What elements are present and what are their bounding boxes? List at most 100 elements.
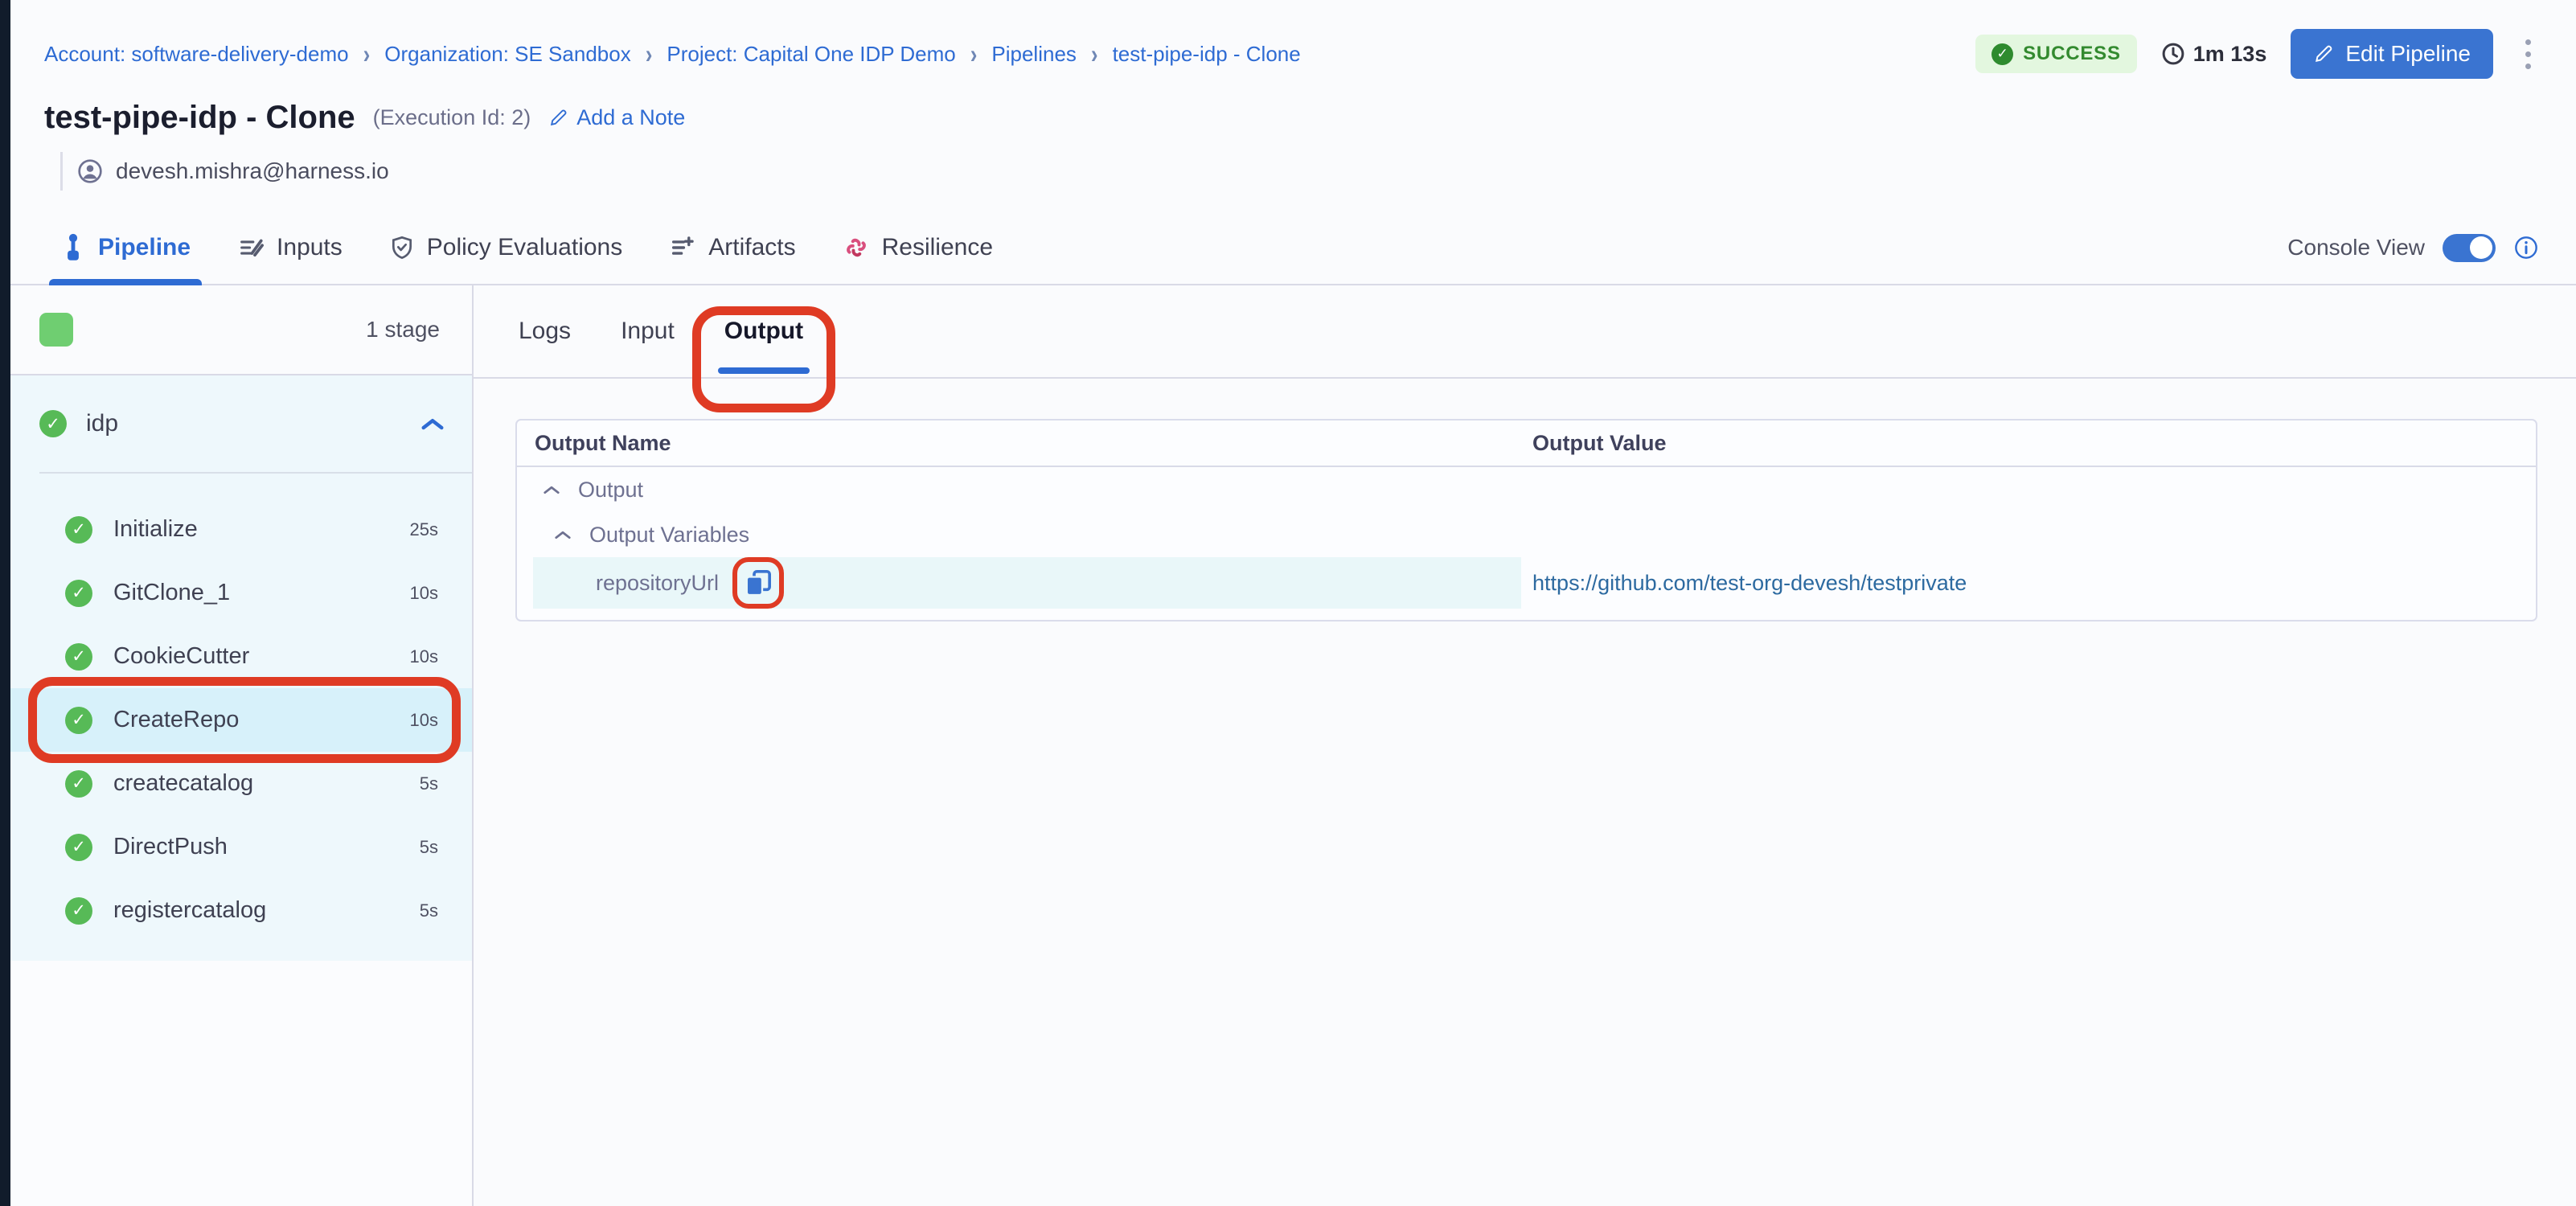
copy-button[interactable]	[740, 564, 777, 601]
stages-sidebar: 1 stage ✓ idp ✓ Initialize 25s	[10, 285, 474, 1206]
step-row-createrepo[interactable]: ✓ CreateRepo 10s	[10, 688, 472, 752]
active-tab-underline	[49, 279, 202, 285]
step-duration: 10s	[410, 710, 438, 731]
stage-name: idp	[86, 410, 118, 437]
step-name: GitClone_1	[113, 580, 230, 606]
step-row-initialize[interactable]: ✓ Initialize 25s	[10, 498, 472, 561]
breadcrumb-organization[interactable]: Organization: SE Sandbox	[384, 42, 630, 67]
step-success-icon: ✓	[65, 643, 92, 671]
step-list: ✓ Initialize 25s ✓ GitClone_1 10s ✓ Cook…	[10, 474, 472, 942]
step-success-icon: ✓	[65, 897, 92, 925]
add-note-link[interactable]: Add a Note	[548, 105, 685, 130]
variable-value-link[interactable]: https://github.com/test-org-devesh/testp…	[1532, 571, 1967, 595]
pipeline-execution-page: Account: software-delivery-demo › Organi…	[10, 0, 2576, 1206]
tab-logs[interactable]: Logs	[519, 285, 571, 377]
duration-text: 1m 13s	[2193, 42, 2267, 67]
active-tab-underline	[718, 367, 810, 374]
tab-artifacts-label: Artifacts	[708, 234, 795, 261]
tab-policy-evaluations-label: Policy Evaluations	[427, 234, 622, 261]
tab-resilience-label: Resilience	[882, 234, 993, 261]
variable-name: repositoryUrl	[596, 571, 719, 596]
chevron-up-icon[interactable]	[543, 484, 560, 495]
breadcrumb-project[interactable]: Project: Capital One IDP Demo	[667, 42, 955, 67]
shield-check-icon	[389, 234, 415, 261]
tab-pipeline-label: Pipeline	[98, 234, 191, 261]
step-success-icon: ✓	[65, 580, 92, 607]
user-email: devesh.mishra@harness.io	[116, 158, 389, 184]
execution-id-label: (Execution Id: 2)	[373, 105, 531, 130]
step-success-icon: ✓	[65, 516, 92, 544]
edit-pipeline-label: Edit Pipeline	[2345, 41, 2471, 67]
pencil-icon	[548, 108, 568, 128]
step-name: CreateRepo	[113, 707, 239, 733]
breadcrumb-separator-icon: ›	[1091, 39, 1098, 70]
status-label: SUCCESS	[2023, 43, 2121, 65]
breadcrumb-separator-icon: ›	[363, 39, 371, 70]
step-success-icon: ✓	[65, 770, 92, 798]
step-success-icon: ✓	[65, 707, 92, 734]
step-details-tabbar: Logs Input Output	[474, 285, 2576, 379]
step-duration: 5s	[420, 900, 438, 921]
step-row-directpush[interactable]: ✓ DirectPush 5s	[10, 815, 472, 879]
breadcrumb-pipelines[interactable]: Pipelines	[991, 42, 1077, 67]
inputs-icon	[237, 234, 265, 261]
tab-artifacts[interactable]: Artifacts	[669, 211, 795, 284]
tab-policy-evaluations[interactable]: Policy Evaluations	[389, 211, 622, 284]
copy-icon[interactable]	[742, 567, 774, 599]
tab-resilience[interactable]: Resilience	[843, 211, 993, 284]
breadcrumb-separator-icon: ›	[646, 39, 653, 70]
group-row-output-variables[interactable]: Output Variables	[517, 512, 2536, 557]
tab-output-label: Output	[724, 318, 803, 345]
chevron-up-icon[interactable]	[420, 416, 445, 432]
pipeline-icon	[60, 233, 86, 262]
tab-input[interactable]: Input	[621, 285, 675, 377]
left-edge-strip	[0, 0, 10, 1206]
stage-row-idp[interactable]: ✓ idp	[10, 375, 472, 472]
group-label: Output Variables	[589, 523, 749, 548]
variable-row-repositoryurl: repositoryUrl https://github.com/test-or…	[517, 557, 2536, 609]
step-duration: 10s	[410, 646, 438, 667]
add-note-label: Add a Note	[576, 105, 685, 130]
breadcrumb-current-pipeline[interactable]: test-pipe-idp - Clone	[1113, 42, 1301, 67]
stage-success-icon: ✓	[39, 410, 67, 437]
step-row-registercatalog[interactable]: ✓ registercatalog 5s	[10, 879, 472, 942]
step-duration: 5s	[420, 837, 438, 858]
step-row-createcatalog[interactable]: ✓ createcatalog 5s	[10, 752, 472, 815]
step-duration: 5s	[420, 773, 438, 794]
group-row-output[interactable]: Output	[517, 467, 2536, 512]
info-icon[interactable]	[2513, 235, 2539, 260]
step-name: Initialize	[113, 516, 198, 543]
breadcrumb-separator-icon: ›	[970, 39, 978, 70]
page-title: test-pipe-idp - Clone	[44, 100, 355, 136]
step-name: createcatalog	[113, 770, 253, 797]
tab-pipeline[interactable]: Pipeline	[60, 211, 191, 284]
page-header: Account: software-delivery-demo › Organi…	[10, 0, 2576, 191]
breadcrumb-account[interactable]: Account: software-delivery-demo	[44, 42, 349, 67]
execution-tabbar: Pipeline Inputs Policy Evaluations Artif…	[10, 211, 2576, 285]
more-options-menu[interactable]	[2517, 35, 2539, 74]
tab-inputs[interactable]: Inputs	[237, 211, 343, 284]
edit-pipeline-button[interactable]: Edit Pipeline	[2291, 29, 2493, 79]
breadcrumb: Account: software-delivery-demo › Organi…	[44, 42, 1301, 67]
stage-list: ✓ idp ✓ Initialize 25s ✓ GitClone_	[10, 375, 472, 961]
step-row-gitclone[interactable]: ✓ GitClone_1 10s	[10, 561, 472, 625]
annotation-circle-createrepo	[28, 677, 461, 763]
step-duration: 25s	[410, 519, 438, 540]
resilience-icon	[843, 234, 870, 261]
stage-summary-header: 1 stage	[10, 285, 472, 375]
step-row-cookiecutter[interactable]: ✓ CookieCutter 10s	[10, 625, 472, 688]
execution-duration: 1m 13s	[2161, 42, 2267, 67]
console-view-label: Console View	[2287, 235, 2425, 260]
pencil-icon	[2313, 43, 2334, 64]
output-table-header: Output Name Output Value	[517, 420, 2536, 467]
output-table: Output Name Output Value Output	[515, 419, 2537, 621]
step-details-panel: Logs Input Output Output Name Output Val…	[474, 285, 2576, 1206]
group-label: Output	[578, 478, 643, 503]
sidebar-footer	[10, 961, 472, 1206]
tab-output[interactable]: Output	[724, 285, 803, 377]
step-name: registercatalog	[113, 897, 266, 924]
step-success-icon: ✓	[65, 834, 92, 861]
column-output-name: Output Name	[517, 431, 1532, 456]
chevron-up-icon[interactable]	[554, 529, 572, 540]
console-view-toggle[interactable]	[2443, 234, 2496, 262]
